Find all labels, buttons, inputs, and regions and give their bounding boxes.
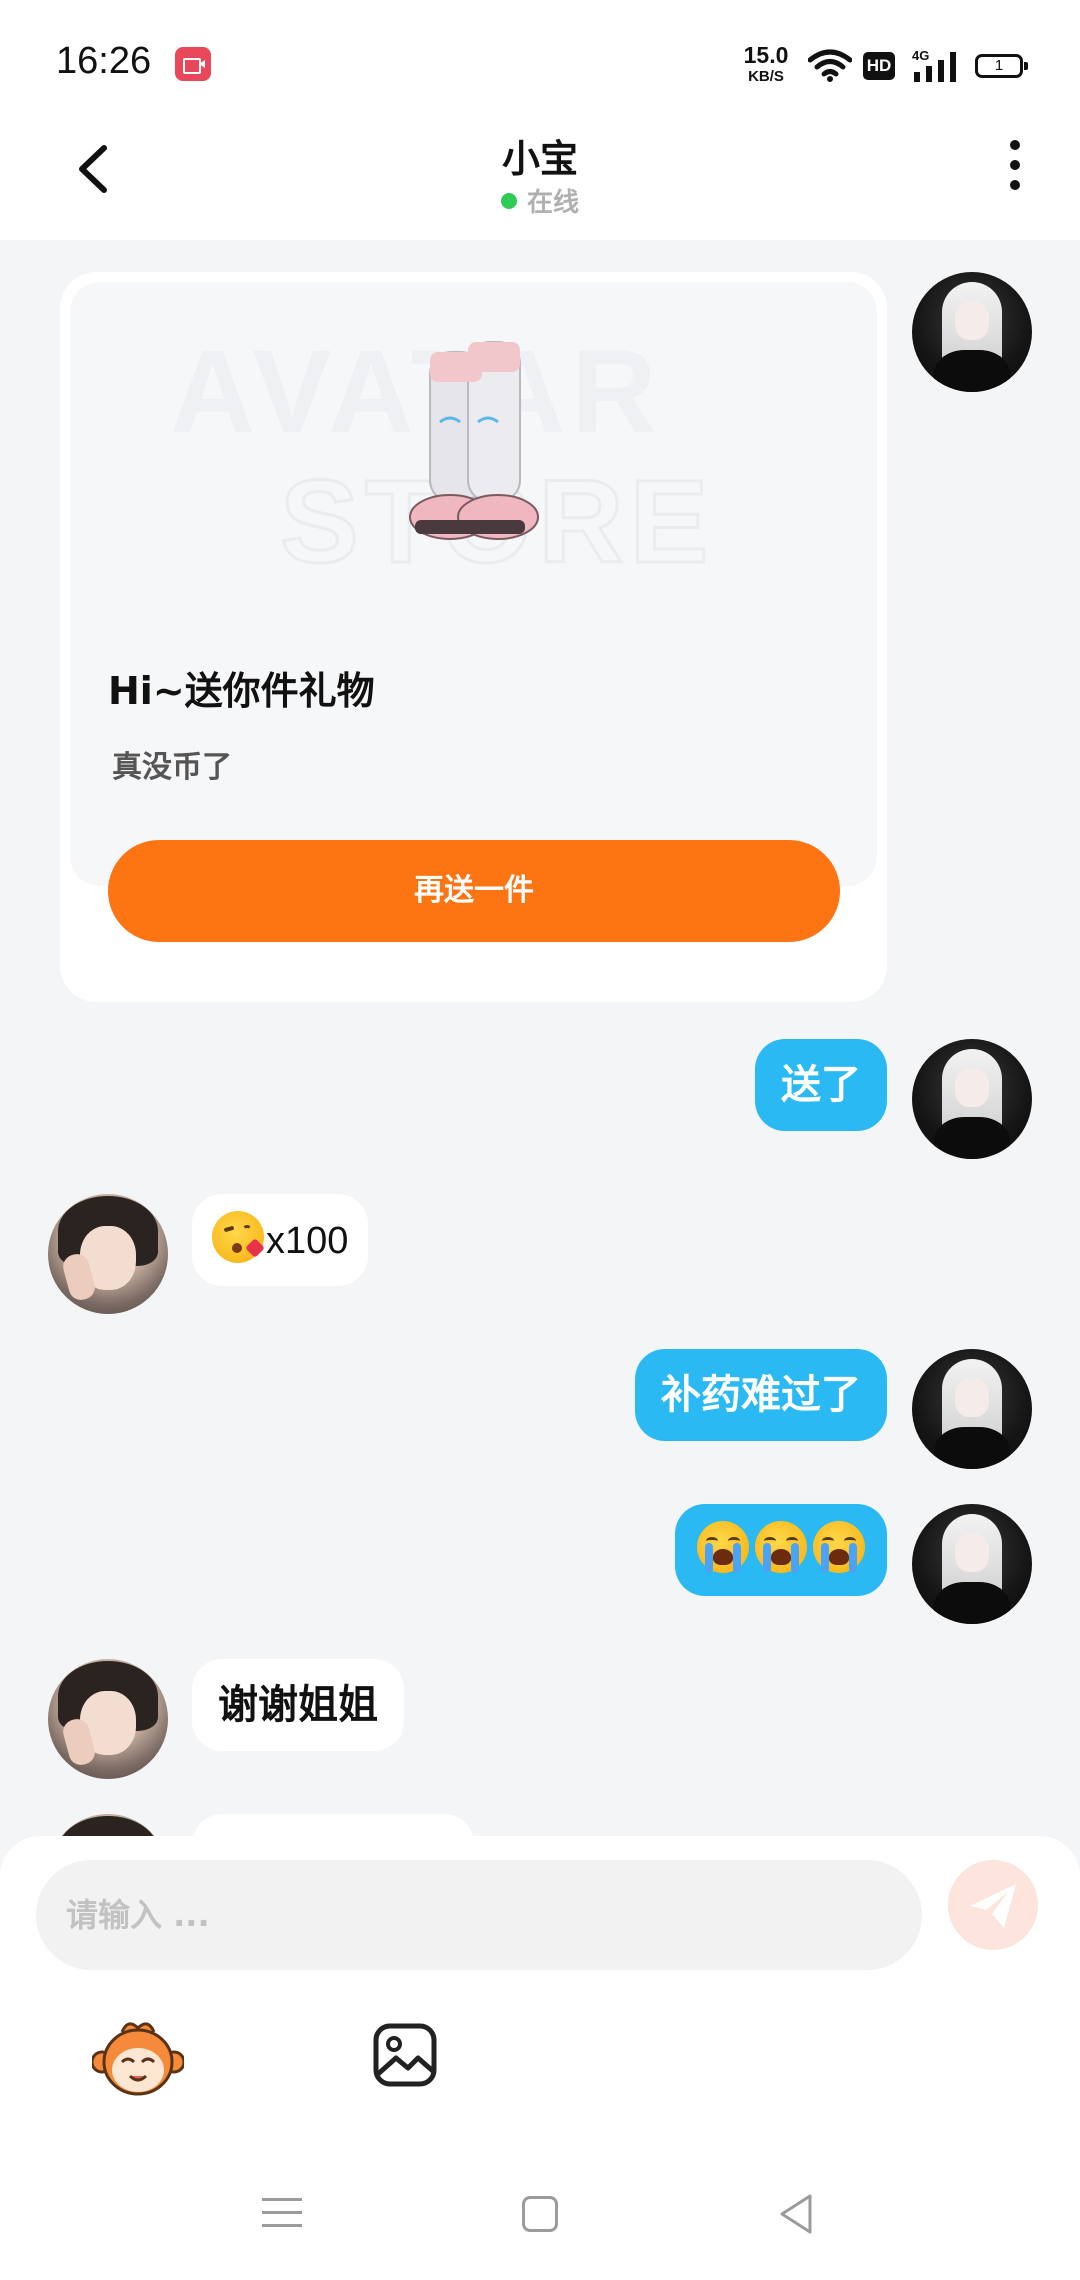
battery-icon: 1: [975, 54, 1028, 78]
online-dot-icon: [500, 193, 517, 209]
more-dots-icon: [1010, 140, 1020, 150]
message-text: x100: [266, 1220, 349, 1262]
message-input[interactable]: [36, 1860, 922, 1970]
network-speed-value: 15.0: [743, 42, 789, 68]
status-bar: 16:26 15.0 KB/S HD 4G 1: [0, 0, 1080, 120]
nav-back-button[interactable]: [776, 2192, 816, 2236]
network-speed-unit: KB/S: [748, 68, 784, 85]
loudly-crying-face-emoji-icon: [813, 1521, 865, 1573]
network-speed: 15.0 KB/S: [738, 42, 794, 85]
loudly-crying-face-emoji-icon: [755, 1521, 807, 1573]
socks-gift-icon: [409, 341, 539, 540]
gift-card: AVATAR STORE Hi~送你件礼物 真没币了 再送一件: [60, 272, 887, 1002]
chat-header: 小宝 在线: [0, 120, 1080, 240]
kissing-face-emoji-icon: [212, 1211, 265, 1263]
image-gallery-icon: [373, 2023, 437, 2087]
gift-image: AVATAR STORE: [70, 282, 877, 886]
more-options-button[interactable]: [1000, 140, 1030, 200]
online-status: 在线: [0, 182, 1080, 219]
sticker-button[interactable]: [92, 2018, 184, 2098]
watermark-avatar: AVATAR: [170, 326, 663, 458]
contact-name: 小宝: [501, 137, 578, 181]
triangle-back-icon: [780, 2194, 812, 2234]
signal-icon: 4G: [912, 48, 956, 82]
my-avatar[interactable]: [912, 1039, 1032, 1159]
status-time: 16:26: [56, 40, 152, 82]
hd-icon: HD: [863, 52, 895, 80]
wifi-icon: [808, 49, 852, 82]
message-bubble-outgoing[interactable]: 补药难过了: [635, 1349, 887, 1441]
send-another-gift-button[interactable]: 再送一件: [108, 840, 840, 942]
online-status-label: 在线: [526, 188, 579, 218]
send-button[interactable]: [948, 1860, 1038, 1950]
nav-home-button[interactable]: [522, 2196, 558, 2232]
message-bubble-incoming[interactable]: 谢谢姐姐: [192, 1659, 404, 1751]
network-type-label: 4G: [912, 48, 929, 63]
contact-avatar[interactable]: [48, 1659, 168, 1779]
gift-subtitle: 真没币了: [112, 750, 232, 785]
my-avatar[interactable]: [912, 1504, 1032, 1624]
nav-recents-button[interactable]: [262, 2198, 302, 2237]
my-avatar[interactable]: [912, 272, 1032, 392]
my-avatar[interactable]: [912, 1349, 1032, 1469]
message-bubble-outgoing[interactable]: 送了: [755, 1039, 887, 1131]
gift-title: Hi~送你件礼物: [108, 669, 375, 713]
message-text: 谢谢姐姐: [218, 1682, 378, 1728]
monkey-sticker-icon: [92, 2022, 184, 2096]
message-bubble-outgoing[interactable]: [675, 1504, 887, 1596]
message-text: 补药难过了: [661, 1372, 861, 1418]
message-text: 送了: [781, 1062, 861, 1108]
message-bubble-incoming[interactable]: x100: [192, 1194, 369, 1286]
loudly-crying-face-emoji-icon: [697, 1521, 749, 1573]
screen-record-icon: [175, 47, 211, 81]
contact-avatar[interactable]: [48, 1194, 168, 1314]
image-button[interactable]: [372, 2022, 438, 2088]
menu-icon: [262, 2198, 302, 2201]
chat-screen: 16:26 15.0 KB/S HD 4G 1 小宝 在线 AVATAR Hi~…: [0, 0, 1080, 2280]
